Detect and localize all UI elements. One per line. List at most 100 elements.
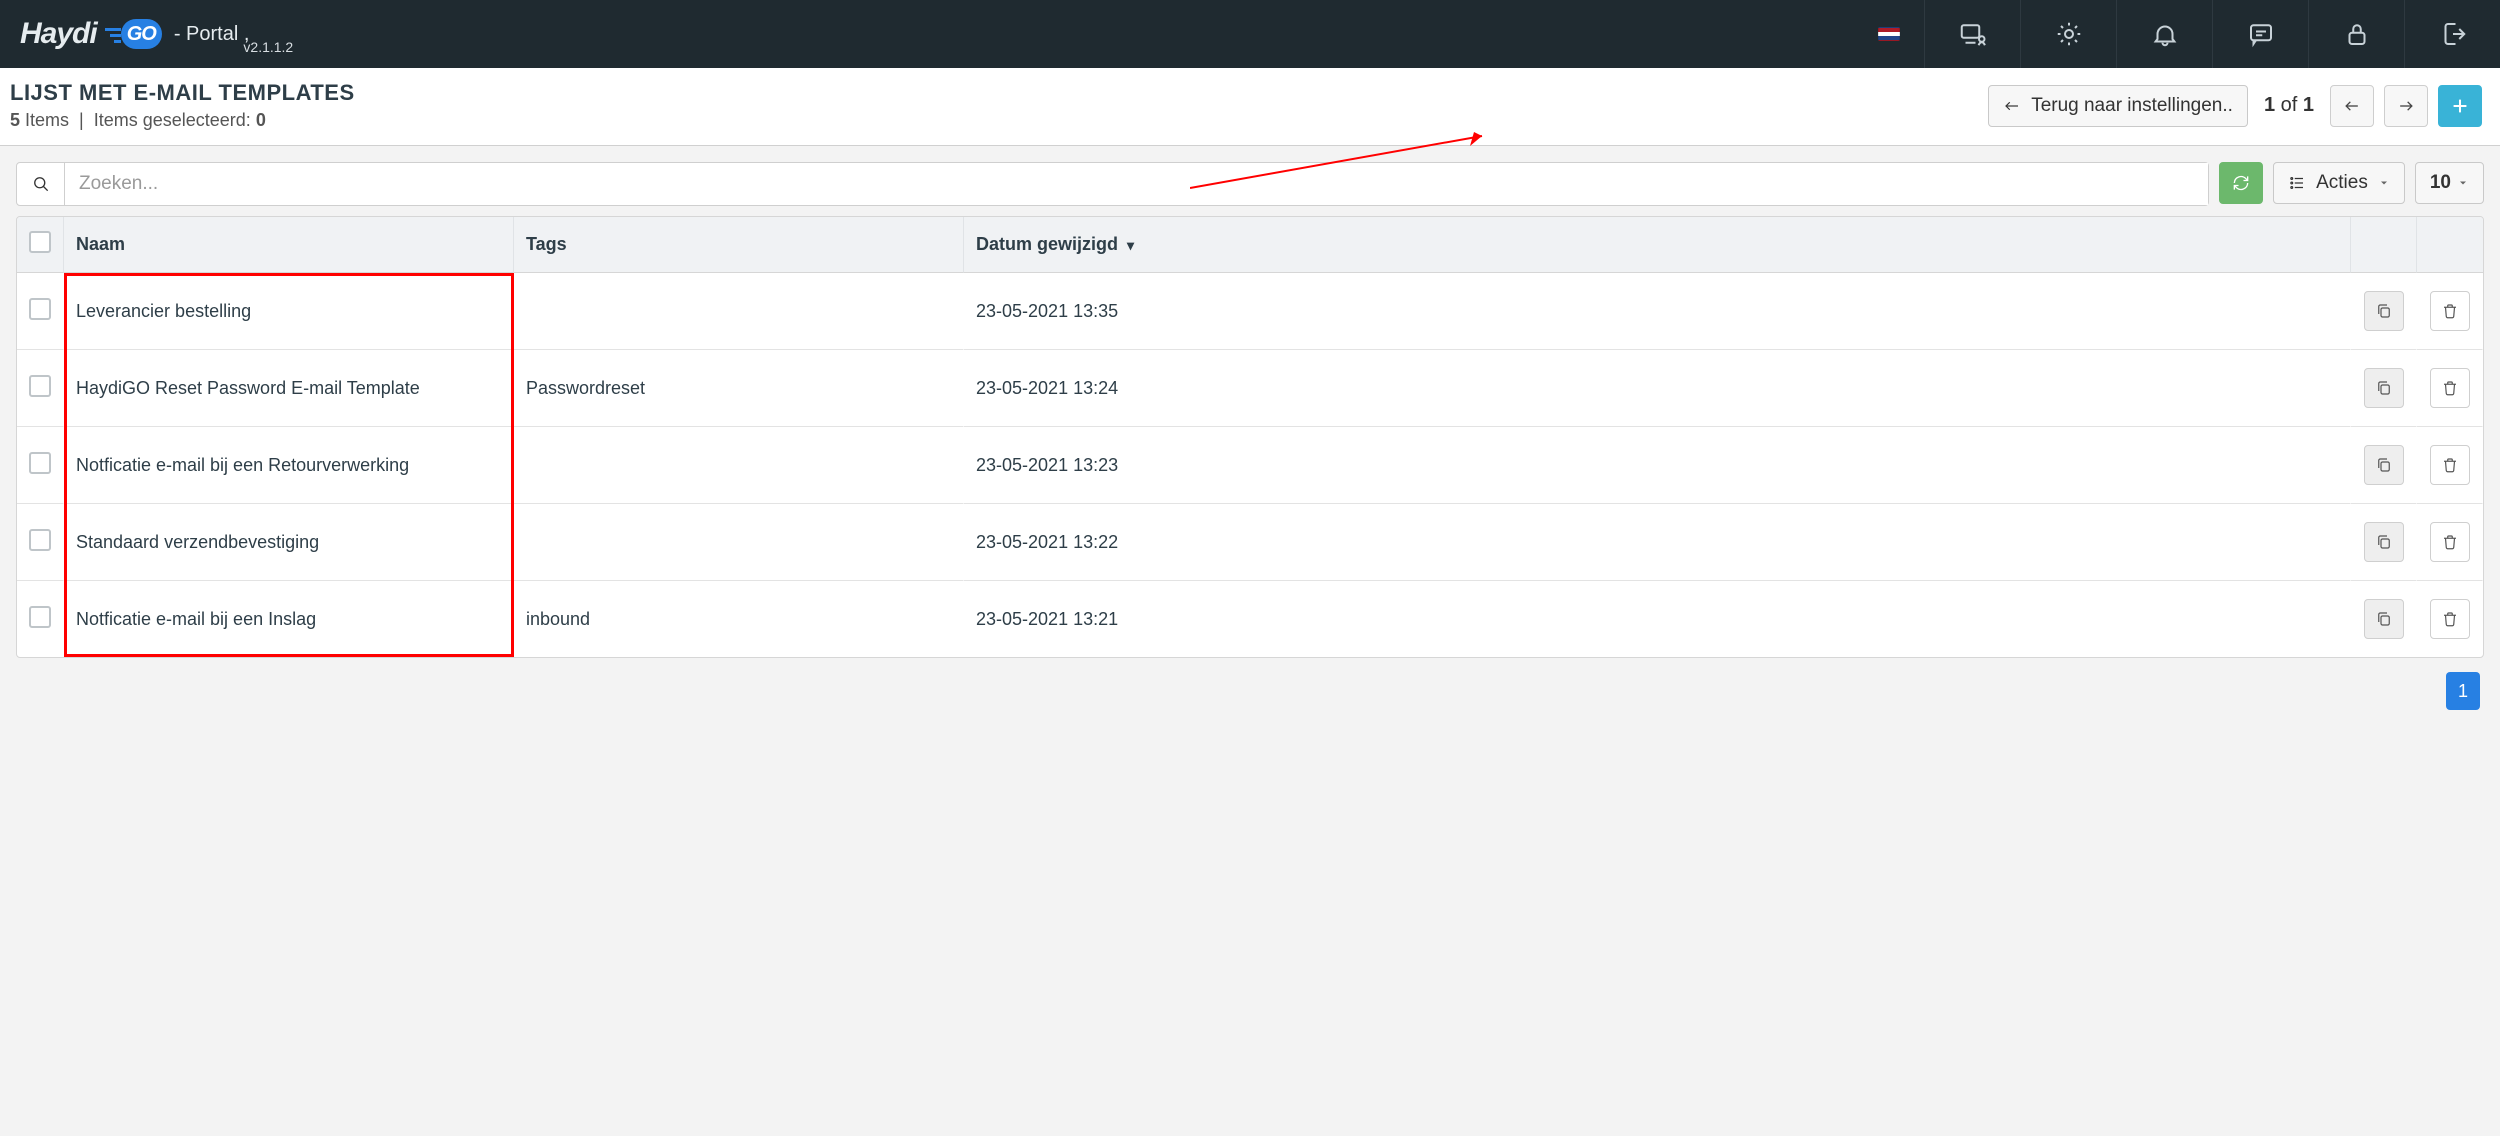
row-checkbox[interactable] — [29, 606, 51, 628]
page-title: LIJST MET E-MAIL TEMPLATES — [10, 80, 355, 106]
actions-label: Acties — [2316, 172, 2368, 194]
arrow-right-icon — [2396, 96, 2416, 116]
logo-text: Haydi — [20, 17, 97, 51]
row-checkbox[interactable] — [29, 298, 51, 320]
row-delete-button[interactable] — [2430, 445, 2470, 485]
trash-icon — [2441, 379, 2459, 397]
arrow-left-icon — [2342, 96, 2362, 116]
sort-desc-icon: ▾ — [1127, 237, 1134, 253]
row-checkbox[interactable] — [29, 375, 51, 397]
gear-icon — [2054, 19, 2084, 49]
row-naam[interactable]: HaydiGO Reset Password E-mail Template — [76, 378, 420, 398]
col-header-copy — [2351, 217, 2417, 273]
row-date: 23-05-2021 13:21 — [976, 609, 1118, 629]
page-subtitle: 5 Items | Items geselecteerd: 0 — [10, 110, 355, 131]
trash-icon — [2441, 456, 2459, 474]
page-size-value: 10 — [2430, 172, 2451, 194]
plus-icon — [2449, 95, 2471, 117]
table-row: Notficatie e-mail bij een Inslag inbound… — [17, 581, 2483, 657]
row-date: 23-05-2021 13:23 — [976, 455, 1118, 475]
row-copy-button[interactable] — [2364, 445, 2404, 485]
trash-icon — [2441, 610, 2459, 628]
row-delete-button[interactable] — [2430, 522, 2470, 562]
trash-icon — [2441, 533, 2459, 551]
refresh-icon — [2231, 173, 2251, 193]
row-naam[interactable]: Notficatie e-mail bij een Inslag — [76, 609, 316, 629]
row-copy-button[interactable] — [2364, 368, 2404, 408]
row-naam[interactable]: Leverancier bestelling — [76, 301, 251, 321]
row-checkbox[interactable] — [29, 452, 51, 474]
copy-icon — [2375, 456, 2393, 474]
pager-total: 1 — [2303, 94, 2314, 116]
row-delete-button[interactable] — [2430, 599, 2470, 639]
logout-icon — [2438, 19, 2468, 49]
templates-table: Naam Tags Datum gewijzigd ▾ Leverancier … — [16, 216, 2484, 658]
pager-of: of — [2281, 94, 2298, 116]
row-copy-button[interactable] — [2364, 522, 2404, 562]
list-toolbar: Acties 10 — [16, 162, 2484, 206]
row-naam[interactable]: Notficatie e-mail bij een Retourverwerki… — [76, 455, 409, 475]
search-icon — [31, 174, 51, 194]
caret-down-icon — [2378, 177, 2390, 189]
pager-prev-button[interactable] — [2330, 85, 2374, 127]
trash-icon — [2441, 302, 2459, 320]
nav-messages[interactable] — [2212, 0, 2308, 68]
pager-next-button[interactable] — [2384, 85, 2428, 127]
col-header-naam[interactable]: Naam — [64, 217, 514, 273]
select-all-checkbox[interactable] — [29, 231, 51, 253]
arrow-left-icon — [2003, 97, 2021, 115]
caret-down-icon — [2457, 177, 2469, 189]
row-naam[interactable]: Standaard verzendbevestiging — [76, 532, 319, 552]
col-header-date-label: Datum gewijzigd — [976, 234, 1118, 254]
item-count-num: 5 — [10, 110, 20, 130]
col-header-tags[interactable]: Tags — [514, 217, 964, 273]
portal-label: - Portal , — [174, 23, 250, 46]
lock-icon — [2342, 19, 2372, 49]
col-header-date[interactable]: Datum gewijzigd ▾ — [964, 217, 2351, 273]
logo-speedlines-icon — [103, 25, 121, 43]
search-input[interactable] — [65, 163, 2208, 205]
row-copy-button[interactable] — [2364, 291, 2404, 331]
bottom-pagination: 1 — [16, 658, 2484, 724]
nav-notifications[interactable] — [2116, 0, 2212, 68]
page-header: LIJST MET E-MAIL TEMPLATES 5 Items | Ite… — [0, 68, 2500, 146]
table-row: HaydiGO Reset Password E-mail Template P… — [17, 350, 2483, 427]
content: Acties 10 Naam Tags — [0, 146, 2500, 740]
flag-nl-icon — [1878, 27, 1900, 41]
col-header-naam-label: Naam — [76, 234, 125, 254]
row-date: 23-05-2021 13:24 — [976, 378, 1118, 398]
list-icon — [2288, 174, 2306, 192]
app-logo-block: Haydi GO - Portal , v2.1.1.2 — [0, 0, 311, 68]
copy-icon — [2375, 302, 2393, 320]
add-template-button[interactable] — [2438, 85, 2482, 127]
search-icon-box — [17, 163, 65, 205]
item-count-word: Items — [25, 110, 69, 130]
selected-label: Items geselecteerd: — [94, 110, 251, 130]
nav-logout[interactable] — [2404, 0, 2500, 68]
table-row: Leverancier bestelling 23-05-2021 13:35 — [17, 273, 2483, 350]
message-icon — [2246, 19, 2276, 49]
col-header-delete — [2417, 217, 2483, 273]
back-to-settings-button[interactable]: Terug naar instellingen.. — [1988, 85, 2248, 127]
row-copy-button[interactable] — [2364, 599, 2404, 639]
row-delete-button[interactable] — [2430, 291, 2470, 331]
col-header-tags-label: Tags — [526, 234, 567, 254]
nav-users[interactable] — [1924, 0, 2020, 68]
copy-icon — [2375, 533, 2393, 551]
nav-settings[interactable] — [2020, 0, 2116, 68]
page-size-dropdown[interactable]: 10 — [2415, 162, 2484, 204]
actions-dropdown[interactable]: Acties — [2273, 162, 2405, 204]
logo-go-badge: GO — [121, 19, 162, 49]
row-delete-button[interactable] — [2430, 368, 2470, 408]
row-date: 23-05-2021 13:22 — [976, 532, 1118, 552]
page-current[interactable]: 1 — [2446, 672, 2480, 710]
row-checkbox[interactable] — [29, 529, 51, 551]
nav-lock[interactable] — [2308, 0, 2404, 68]
refresh-button[interactable] — [2219, 162, 2263, 204]
locale-flag-nl[interactable] — [1854, 0, 1924, 68]
copy-icon — [2375, 610, 2393, 628]
col-header-checkbox — [17, 217, 64, 273]
search-wrap — [16, 162, 2209, 206]
table-row: Standaard verzendbevestiging 23-05-2021 … — [17, 504, 2483, 581]
back-to-settings-label: Terug naar instellingen.. — [2031, 95, 2233, 117]
